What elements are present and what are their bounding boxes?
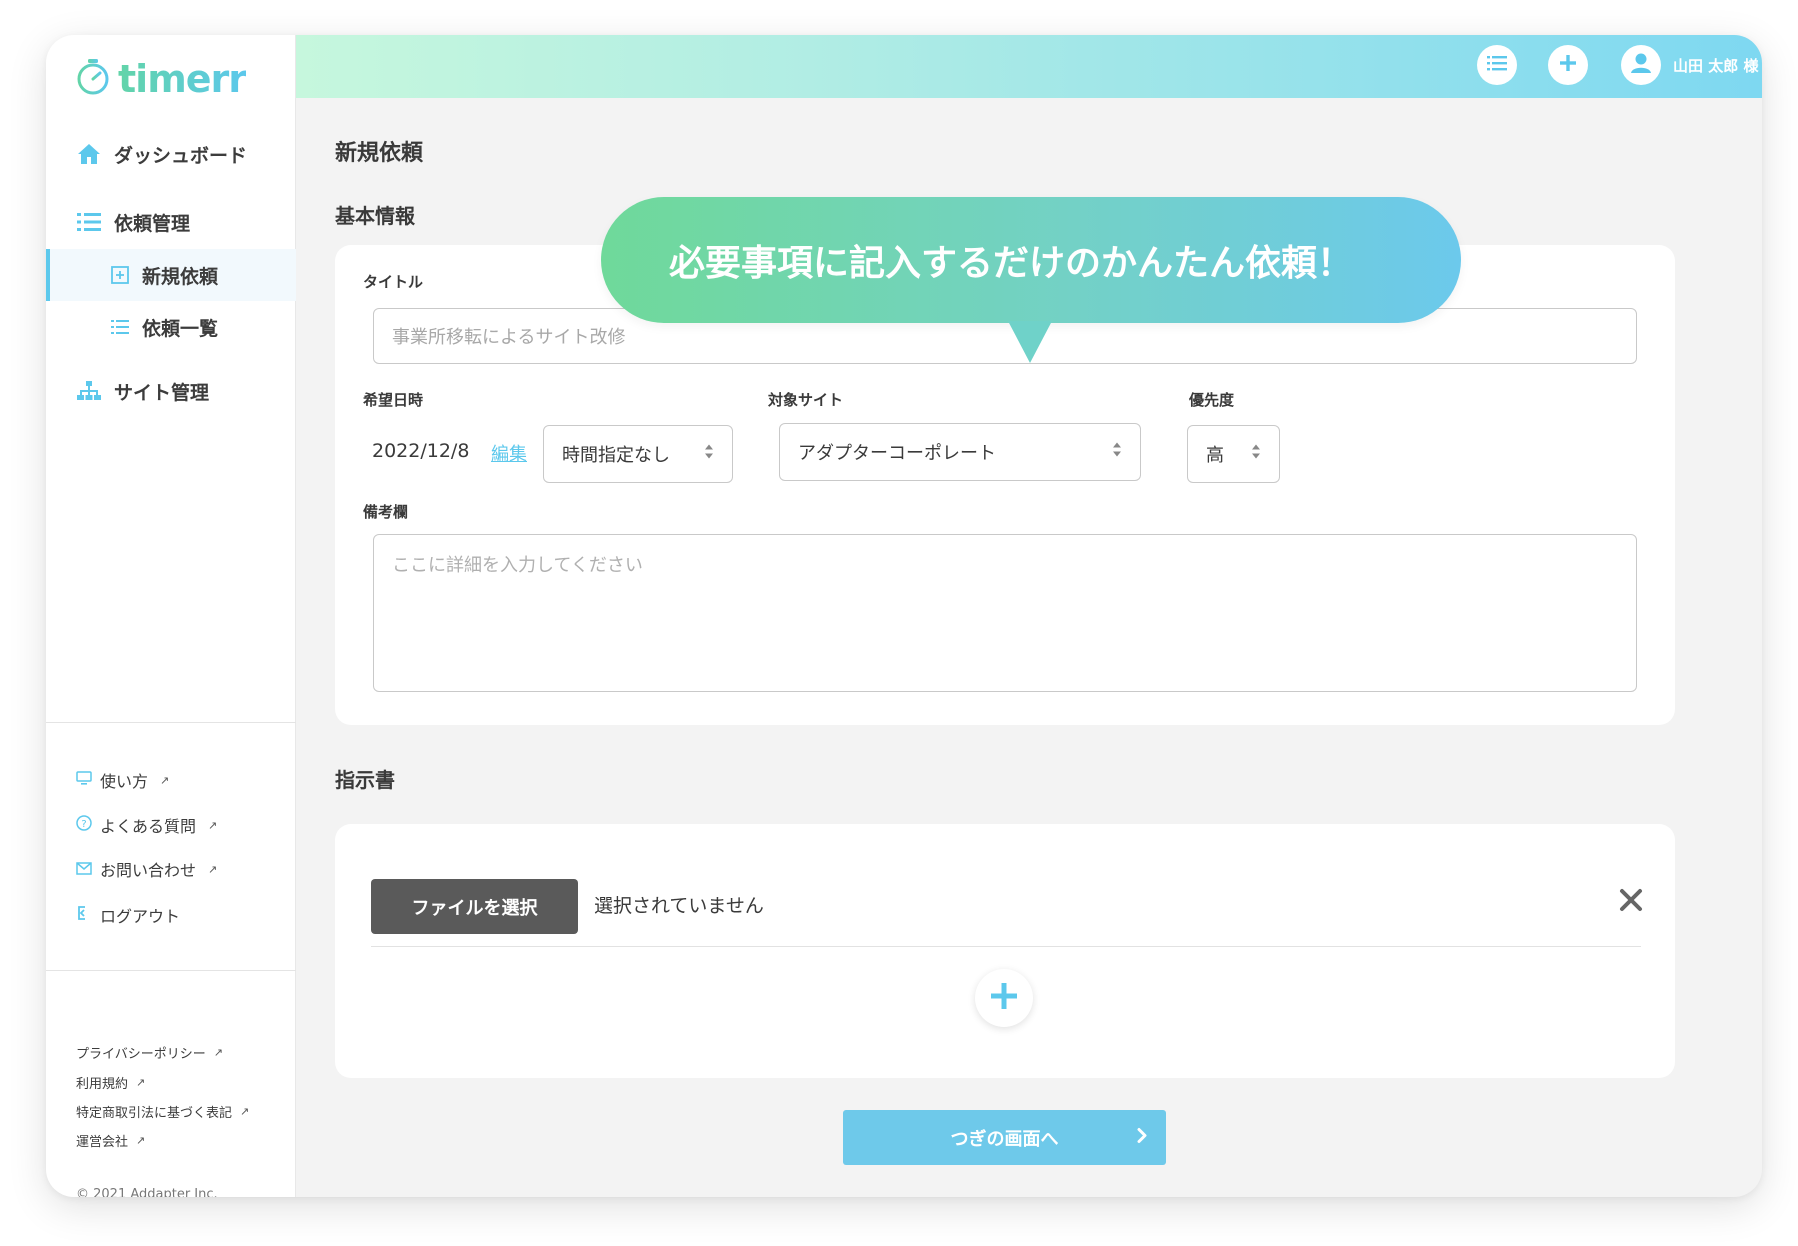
sidebar-item-label: 依頼一覧 <box>142 317 219 340</box>
sidebar-link-faq[interactable]: ? よくある質問 ↗ <box>76 811 217 839</box>
external-link-icon: ↗ <box>136 1076 146 1089</box>
avatar <box>1621 45 1661 85</box>
title-label: タイトル <box>363 273 424 291</box>
priority-select-value: 高 <box>1206 445 1224 466</box>
select-arrows-icon <box>704 444 714 465</box>
next-screen-button[interactable]: つぎの画面へ <box>843 1110 1166 1165</box>
legal-link-label: 利用規約 <box>76 1077 129 1092</box>
app-window: timerr ダッシュボード 依頼管理 新規依頼 依頼一覧 サイト管理 使い方 … <box>46 35 1762 1197</box>
question-circle-icon: ? <box>76 815 92 835</box>
svg-text:?: ? <box>81 819 86 830</box>
external-link-icon: ↗ <box>208 862 218 876</box>
sidebar-item-site-management[interactable]: サイト管理 <box>46 365 296 417</box>
file-divider <box>371 946 1641 947</box>
logo[interactable]: timerr <box>76 57 247 101</box>
user-name: 山田 太郎 様 <box>1673 56 1759 75</box>
external-link-icon: ↗ <box>160 773 170 787</box>
sidebar-link-contact[interactable]: お問い合わせ ↗ <box>76 855 217 883</box>
close-icon <box>1619 888 1643 916</box>
external-link-icon: ↗ <box>136 1134 146 1147</box>
list-icon <box>1487 55 1507 75</box>
external-link-icon: ↗ <box>208 818 218 832</box>
sidebar-link-logout[interactable]: ログアウト <box>76 901 180 929</box>
mail-icon <box>76 860 92 879</box>
new-request-button[interactable] <box>1548 45 1588 85</box>
title-placeholder: 事業所移転によるサイト改修 <box>392 327 626 348</box>
select-arrows-icon <box>1112 442 1122 463</box>
external-link-icon: ↗ <box>240 1105 250 1118</box>
add-file-button[interactable] <box>975 969 1033 1027</box>
bubble-tail <box>1008 321 1052 363</box>
time-select-value: 時間指定なし <box>562 445 670 466</box>
date-value: 2022/12/8 <box>372 440 470 462</box>
top-header: 山田 太郎 様 <box>296 35 1762 98</box>
external-link-icon: ↗ <box>213 1046 223 1059</box>
help-link-label: ログアウト <box>100 907 181 926</box>
time-select[interactable]: 時間指定なし <box>543 425 733 483</box>
sidebar-item-label: 新規依頼 <box>142 265 219 288</box>
sidebar-item-request-management[interactable]: 依頼管理 <box>46 196 296 248</box>
instructions-card <box>335 824 1675 1078</box>
sidebar-link-privacy[interactable]: プライバシーポリシー ↗ <box>76 1043 223 1062</box>
sidebar-divider <box>46 970 296 971</box>
chevron-right-icon <box>1136 1126 1148 1149</box>
help-link-label: 使い方 <box>100 772 149 791</box>
user-icon <box>1628 50 1654 80</box>
notes-placeholder: ここに詳細を入力してください <box>392 555 643 576</box>
sidebar-item-label: ダッシュボード <box>114 144 248 167</box>
section-title-basic: 基本情報 <box>335 204 415 228</box>
sidebar-item-label: サイト管理 <box>114 381 210 404</box>
select-arrows-icon <box>1251 444 1261 465</box>
user-menu[interactable]: 山田 太郎 様 <box>1621 45 1758 85</box>
home-icon <box>76 141 102 167</box>
plus-icon <box>989 981 1019 1015</box>
notes-textarea[interactable]: ここに詳細を入力してください <box>373 534 1637 692</box>
site-select-value: アダプターコーポレート <box>798 443 996 464</box>
sidebar-divider <box>46 722 296 723</box>
help-link-label: よくある質問 <box>100 817 197 836</box>
page-title: 新規依頼 <box>335 141 424 166</box>
sidebar-item-dashboard[interactable]: ダッシュボード <box>46 128 296 180</box>
bubble-text: 必要事項に記入するだけのかんたん依頼！ <box>669 243 1354 284</box>
copyright: © 2021 Addapter Inc. <box>76 1187 218 1197</box>
choose-file-button[interactable]: ファイルを選択 <box>371 879 578 934</box>
sidebar-link-how-to[interactable]: 使い方 ↗ <box>76 766 169 794</box>
site-label: 対象サイト <box>768 391 844 409</box>
sidebar-item-new-request[interactable]: 新規依頼 <box>46 249 296 301</box>
stopwatch-icon <box>76 58 110 100</box>
site-select[interactable]: アダプターコーポレート <box>779 423 1141 481</box>
help-link-label: お問い合わせ <box>100 861 197 880</box>
next-button-label: つぎの画面へ <box>950 1128 1059 1149</box>
edit-date-link[interactable]: 編集 <box>491 440 527 466</box>
plus-square-icon <box>110 265 130 285</box>
list-icon <box>76 209 102 235</box>
sitemap-icon <box>76 378 102 404</box>
priority-select[interactable]: 高 <box>1187 425 1280 483</box>
sidebar-item-request-list[interactable]: 依頼一覧 <box>46 301 296 353</box>
monitor-icon <box>76 770 92 790</box>
list-icon <box>110 317 130 337</box>
logout-icon <box>76 905 92 925</box>
sidebar-item-label: 依頼管理 <box>114 212 191 235</box>
legal-link-label: 特定商取引法に基づく表記 <box>76 1106 233 1121</box>
sidebar: timerr ダッシュボード 依頼管理 新規依頼 依頼一覧 サイト管理 使い方 … <box>46 35 296 1197</box>
legal-link-label: 運営会社 <box>76 1135 129 1150</box>
sidebar-link-commerce-law[interactable]: 特定商取引法に基づく表記 ↗ <box>76 1102 249 1121</box>
promo-bubble: 必要事項に記入するだけのかんたん依頼！ <box>601 197 1461 323</box>
remove-file-button[interactable] <box>1616 887 1646 917</box>
file-status: 選択されていません <box>594 895 764 917</box>
sidebar-link-company[interactable]: 運営会社 ↗ <box>76 1131 145 1150</box>
priority-label: 優先度 <box>1189 391 1235 409</box>
plus-icon <box>1558 53 1578 77</box>
legal-link-label: プライバシーポリシー <box>76 1047 206 1062</box>
sidebar-link-terms[interactable]: 利用規約 ↗ <box>76 1073 145 1092</box>
request-list-button[interactable] <box>1477 45 1517 85</box>
logo-text: timerr <box>118 57 247 101</box>
notes-label: 備考欄 <box>363 503 409 521</box>
section-title-instructions: 指示書 <box>335 768 395 792</box>
date-label: 希望日時 <box>363 391 424 409</box>
